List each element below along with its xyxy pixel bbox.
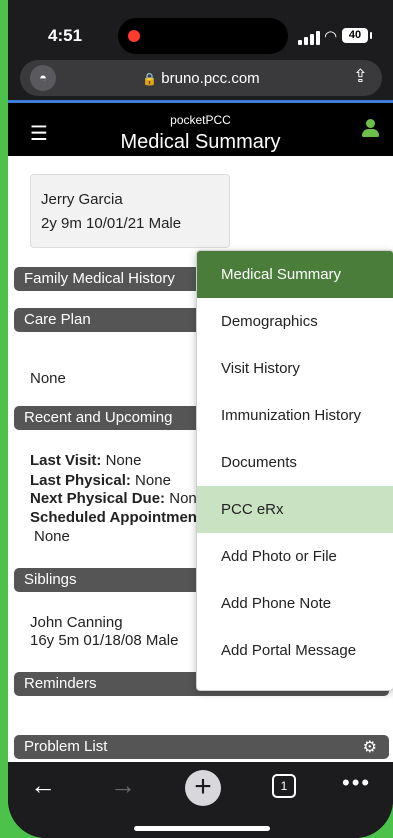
address-bar[interactable]: ◓ 🔒 bruno.pcc.com ⇪	[20, 60, 382, 96]
browser-toolbar: ← → + 1 •••	[8, 762, 393, 838]
wifi-icon: ◠	[324, 28, 338, 45]
menu-item-add-phone-note[interactable]: Add Phone Note	[197, 580, 393, 627]
sibling-info: 16y 5m 01/18/08 Male	[30, 632, 179, 649]
share-icon[interactable]: ⇪	[353, 66, 368, 87]
navigation-dropdown-menu: Medical Summary Demographics Visit Histo…	[196, 250, 393, 691]
menu-item-documents[interactable]: Documents	[197, 439, 393, 486]
user-icon[interactable]	[361, 119, 379, 139]
app-header: ☰ pocketPCC Medical Summary	[8, 100, 393, 156]
next-physical-value: None	[169, 490, 196, 507]
status-bar: 4:51 ◠ 40	[8, 0, 393, 56]
patient-name: Jerry Garcia	[41, 191, 123, 208]
menu-item-demographics[interactable]: Demographics	[197, 298, 393, 345]
section-problem-list[interactable]: Problem List ⚙	[14, 735, 389, 759]
patient-card: Jerry Garcia 2y 9m 10/01/21 Male	[30, 174, 230, 248]
new-tab-plus-icon[interactable]: +	[185, 770, 221, 806]
menu-item-pcc-erx[interactable]: PCC eRx	[197, 486, 393, 533]
web-app: ☰ pocketPCC Medical Summary Jerry Garcia…	[8, 100, 393, 762]
url-display[interactable]: 🔒 bruno.pcc.com	[20, 70, 382, 87]
problem-list-label: Problem List	[24, 738, 108, 755]
browser-url-bar: ◓ 🔒 bruno.pcc.com ⇪	[8, 56, 393, 100]
signal-icon	[298, 31, 320, 45]
last-physical-row: Last Physical: None	[30, 472, 171, 490]
patient-info: 2y 9m 10/01/21 Male	[41, 215, 182, 232]
sibling-name[interactable]: John Canning	[30, 614, 123, 632]
menu-item-add-portal-message[interactable]: Add Portal Message	[197, 627, 393, 674]
lock-icon: 🔒	[142, 72, 158, 86]
forward-arrow-icon[interactable]: →	[110, 770, 136, 801]
url-text: bruno.pcc.com	[161, 70, 260, 87]
battery-icon: 40	[342, 28, 372, 43]
phone-screen: 4:51 ◠ 40 ◓ 🔒 bruno.pcc.com ⇪ ☰ pocketPCC…	[8, 0, 393, 838]
menu-item-visit-history[interactable]: Visit History	[197, 345, 393, 392]
app-brand: pocketPCC	[170, 113, 231, 127]
last-physical-value: None	[130, 472, 171, 489]
last-physical-label: Last Physical:	[30, 472, 131, 489]
last-visit-row: Last Visit: None	[30, 452, 141, 470]
last-visit-value: None	[101, 452, 142, 469]
menu-item-medical-summary[interactable]: Medical Summary	[197, 251, 393, 298]
dynamic-island	[118, 18, 288, 54]
back-arrow-icon[interactable]: ←	[30, 770, 56, 801]
menu-item-add-photo-or-file[interactable]: Add Photo or File	[197, 533, 393, 580]
recording-indicator-icon	[128, 30, 140, 42]
gear-icon[interactable]: ⚙	[363, 736, 377, 760]
clock: 4:51	[48, 26, 83, 45]
tab-switcher-button[interactable]: 1	[272, 774, 296, 798]
next-physical-row: Next Physical Due: None	[30, 490, 196, 508]
next-physical-label: Next Physical Due:	[30, 490, 166, 507]
last-visit-label: Last Visit:	[30, 452, 102, 469]
more-options-icon[interactable]: •••	[342, 770, 371, 796]
scheduled-row: Scheduled Appointments:	[30, 509, 196, 527]
scheduled-label: Scheduled Appointments:	[30, 509, 196, 526]
scheduled-value: None	[34, 528, 70, 545]
page-title[interactable]: Medical Summary	[8, 131, 393, 154]
menu-item-immunization-history[interactable]: Immunization History	[197, 392, 393, 439]
care-plan-value: None	[30, 370, 66, 387]
home-indicator[interactable]	[134, 826, 270, 831]
